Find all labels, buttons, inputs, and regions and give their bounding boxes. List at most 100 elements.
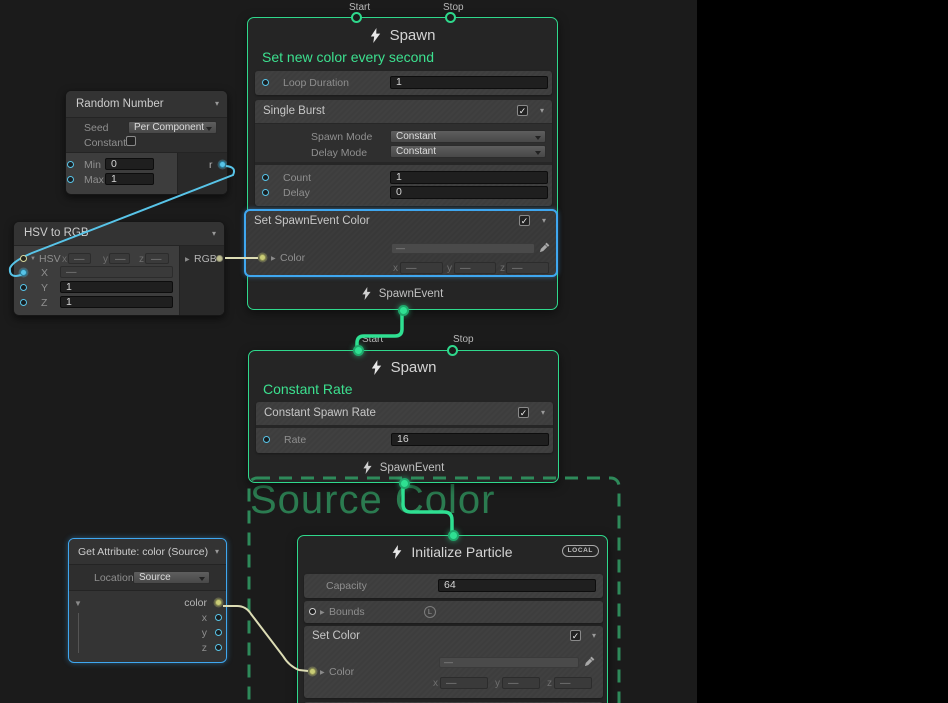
z-axis-label: z [500,263,505,274]
stop-port[interactable] [445,12,456,23]
z-output-port[interactable] [215,644,222,651]
chevron-down-icon[interactable]: ▾ [540,106,544,115]
set-color-port[interactable] [309,668,316,675]
rate-field[interactable]: 16 [391,433,549,446]
single-burst-block[interactable]: Single Burst ✓ ▾ Spawn Mode Constant Del… [255,100,552,206]
start-port[interactable] [353,345,364,356]
local-space-icon[interactable]: L [424,606,436,618]
eyedropper-icon[interactable] [539,242,550,253]
hsv-label: HSV [39,253,61,265]
max-field[interactable]: 1 [105,173,154,185]
max-port[interactable] [67,176,74,183]
rgb-output-port[interactable] [216,255,223,262]
spawnevent-out-port[interactable] [398,305,409,316]
z-port[interactable] [20,299,27,306]
constant-label: Constant [84,137,126,149]
x-output-port[interactable] [215,614,222,621]
context-title: Spawn [248,27,557,44]
expander-right-icon[interactable]: ▶ [320,609,325,616]
delay-field[interactable]: 0 [390,186,548,199]
context-title: Initialize Particle [298,544,607,560]
loop-duration-field[interactable]: 1 [390,76,548,89]
initialize-particle-context[interactable]: Initialize Particle LOCAL Capacity 64 ▶ … [297,535,608,703]
rate-port[interactable] [263,436,270,443]
eyedropper-icon[interactable] [584,656,595,667]
z-field[interactable]: 1 [60,296,173,308]
vfx-graph-canvas[interactable]: Source Color Start Stop Start Stop Spawn… [0,0,697,703]
hsv-to-rgb-node[interactable]: HSV to RGB ▾ ▼ HSV x — y — z — X — Y 1 Z [13,221,225,316]
spawn-context-1[interactable]: Spawn Set new color every second Loop Du… [247,17,558,310]
stop-port[interactable] [447,345,458,356]
chevron-down-icon[interactable]: ▾ [215,547,219,556]
spawnevent-color-port[interactable] [259,254,266,261]
color-swatch-field[interactable]: — [439,657,579,668]
max-label: Max [84,174,104,186]
hsv-port[interactable] [20,255,27,262]
particle-in-port[interactable] [448,530,459,541]
loop-duration-row[interactable]: Loop Duration 1 [255,71,552,95]
location-dropdown[interactable]: Source [133,571,210,584]
block-enable-checkbox[interactable]: ✓ [517,105,528,116]
seed-dropdown[interactable]: Per Component [128,121,217,134]
x-axis-label: x [393,263,398,274]
y-field[interactable]: 1 [60,281,173,293]
chevron-down-icon[interactable]: ▾ [215,99,219,108]
start-port[interactable] [351,12,362,23]
spawnevent-footer: SpawnEvent [248,287,557,300]
delay-port[interactable] [262,189,269,196]
spawnevent-bolt-icon [362,287,371,300]
y-port[interactable] [20,284,27,291]
chevron-down-icon[interactable]: ▾ [212,229,216,238]
random-number-node[interactable]: Random Number ▾ Seed Per Component Const… [65,90,228,195]
r-output-port[interactable] [219,161,226,168]
count-field[interactable]: 1 [390,171,548,184]
delay-label: Delay [283,187,310,199]
chevron-down-icon[interactable]: ▾ [542,216,546,225]
count-port[interactable] [262,174,269,181]
get-attribute-node[interactable]: Get Attribute: color (Source) ▾ Location… [68,538,227,663]
block-title: Single Burst [263,105,325,117]
min-port[interactable] [67,161,74,168]
y-output-port[interactable] [215,629,222,636]
bounds-row[interactable]: ▶ Bounds L [304,601,603,623]
chevron-down-icon[interactable]: ▾ [592,631,596,640]
loop-duration-port[interactable] [262,79,269,86]
rate-label: Rate [284,434,306,446]
expander-down-icon[interactable]: ▼ [30,256,36,262]
spawnevent-footer: SpawnEvent [249,461,558,474]
capacity-field[interactable]: 64 [438,579,596,592]
y-axis-label: y [447,263,452,274]
context-note: Set new color every second [262,49,434,65]
capacity-row[interactable]: Capacity 64 [304,574,603,598]
x-port[interactable] [20,269,27,276]
z-output-label: z [202,642,207,654]
color-output-port[interactable] [215,599,222,606]
delay-mode-dropdown[interactable]: Constant [390,145,546,158]
expander-right-icon[interactable]: ▶ [320,669,325,676]
flow-stop-label: Stop [453,334,474,345]
color-swatch-field[interactable]: — [391,243,535,254]
dropdown-arrow-icon [535,136,541,140]
set-color-block[interactable]: Set Color ✓ ▾ ▶ Color — x — y — z — [304,626,603,698]
edge-getattr-to-setcolor[interactable] [223,606,308,671]
block-enable-checkbox[interactable]: ✓ [570,630,581,641]
spawn-mode-label: Spawn Mode [311,131,372,143]
expander-down-icon[interactable]: ▼ [74,599,82,608]
block-title: Set Color [312,630,360,642]
x-field: — [60,266,173,278]
spawn-mode-dropdown[interactable]: Constant [390,130,546,143]
min-field[interactable]: 0 [105,158,154,170]
color-label: Color [280,252,305,264]
y-axis-label: y [103,254,108,265]
block-enable-checkbox[interactable]: ✓ [519,215,530,226]
chevron-down-icon[interactable]: ▾ [541,408,545,417]
expander-right-icon[interactable]: ▶ [271,255,276,262]
spawnevent-out-port[interactable] [399,478,410,489]
bounds-port[interactable] [309,608,316,615]
set-spawnevent-color-block[interactable]: Set SpawnEvent Color ✓ ▾ ▶ Color — x — y… [244,209,558,277]
spawn-context-2[interactable]: Spawn Constant Rate Constant Spawn Rate … [248,350,559,483]
constant-spawn-rate-block[interactable]: Constant Spawn Rate ✓ ▾ Rate 16 [256,402,553,453]
expander-right-icon[interactable]: ▶ [185,256,190,263]
constant-checkbox[interactable] [126,136,136,146]
block-enable-checkbox[interactable]: ✓ [518,407,529,418]
